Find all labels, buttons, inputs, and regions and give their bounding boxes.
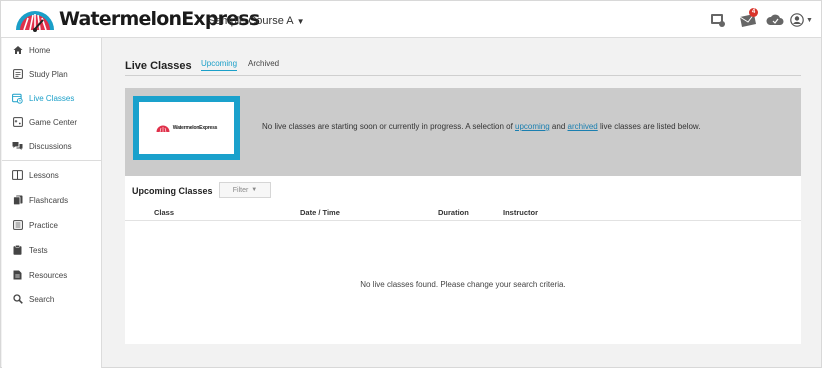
page-title: Live Classes: [125, 60, 192, 72]
empty-state-message: No live classes found. Please change you…: [360, 280, 566, 289]
sidebar-item-label: Search: [29, 294, 55, 304]
course-selector[interactable]: Sample Course A ▼: [208, 15, 305, 27]
sidebar-item-practice[interactable]: Practice: [2, 213, 102, 237]
top-bar: WatermelonExpress Sample Course A ▼ 4 ▼: [1, 1, 821, 38]
filter-label: Filter: [232, 186, 249, 194]
sidebar: Home Study Plan Live Classes Game Center…: [2, 38, 102, 368]
sidebar-item-label: Lessons: [29, 170, 59, 180]
notification-badge: 4: [749, 8, 758, 17]
banner-text-middle: and: [549, 122, 568, 131]
banner-text-end: live classes are listed below.: [597, 122, 701, 131]
sidebar-item-label: Flashcards: [29, 195, 69, 205]
banner-brand-name: WatermelonExpress: [172, 125, 218, 131]
flashcards-icon: [12, 195, 23, 206]
archived-link[interactable]: archived: [568, 122, 598, 131]
user-avatar-icon: [790, 13, 804, 27]
tab-archived[interactable]: Archived: [248, 59, 279, 70]
banner-logo: WatermelonExpress: [133, 96, 240, 160]
home-icon: [12, 45, 23, 56]
banner-text-start: No live classes are starting soon or cur…: [262, 122, 516, 131]
sidebar-item-label: Live Classes: [29, 93, 75, 103]
upcoming-classes-panel: Upcoming Classes Filter ▼ Class Date / T…: [125, 176, 801, 344]
sidebar-item-search[interactable]: Search: [2, 287, 102, 311]
sidebar-item-label: Tests: [29, 245, 48, 255]
tools-icon[interactable]: [710, 11, 726, 29]
column-header-instructor[interactable]: Instructor: [503, 208, 538, 217]
tab-upcoming[interactable]: Upcoming: [201, 59, 238, 71]
sidebar-item-label: Discussions: [29, 141, 72, 151]
column-header-date-time[interactable]: Date / Time: [300, 208, 340, 217]
status-banner: WatermelonExpress No live classes are st…: [125, 88, 801, 176]
user-menu-button[interactable]: ▼: [790, 11, 814, 29]
banner-message: No live classes are starting soon or cur…: [262, 122, 700, 131]
practice-icon: [12, 220, 23, 231]
sidebar-item-label: Resources: [29, 270, 68, 280]
sidebar-item-lessons[interactable]: Lessons: [2, 163, 102, 187]
sidebar-item-label: Study Plan: [29, 69, 68, 79]
mail-notification-button[interactable]: 4: [739, 8, 758, 29]
column-header-duration[interactable]: Duration: [438, 208, 469, 217]
upcoming-classes-title: Upcoming Classes: [132, 186, 213, 196]
study-plan-icon: [12, 69, 23, 80]
course-name: Sample Course A: [208, 15, 294, 27]
sidebar-item-tests[interactable]: Tests: [2, 238, 102, 262]
game-center-icon: [12, 117, 23, 128]
discussions-icon: [12, 141, 23, 152]
chevron-down-icon: ▼: [806, 16, 813, 24]
sidebar-item-resources[interactable]: Resources: [2, 263, 102, 287]
chevron-down-icon: ▼: [251, 187, 258, 193]
sidebar-item-label: Game Center: [29, 117, 78, 127]
chevron-down-icon: ▼: [296, 16, 305, 26]
tabs-row: Live Classes Upcoming Archived: [125, 53, 801, 76]
app-window: WatermelonExpress Sample Course A ▼ 4 ▼ …: [0, 0, 822, 368]
sidebar-item-flashcards[interactable]: Flashcards: [2, 188, 102, 212]
sidebar-item-live-classes[interactable]: Live Classes: [2, 86, 102, 110]
search-icon: [12, 294, 23, 305]
cloud-sync-icon[interactable]: [766, 11, 784, 29]
header-divider: [125, 220, 801, 221]
live-classes-icon: [12, 93, 23, 104]
upcoming-link[interactable]: upcoming: [515, 122, 550, 131]
sidebar-item-study-plan[interactable]: Study Plan: [2, 62, 102, 86]
sidebar-item-discussions[interactable]: Discussions: [2, 134, 102, 158]
lessons-icon: [12, 170, 23, 181]
column-header-class[interactable]: Class: [154, 208, 174, 217]
sidebar-item-home[interactable]: Home: [2, 38, 102, 62]
watermelon-logo-icon[interactable]: [14, 10, 56, 32]
watermelon-logo-icon: [156, 125, 170, 132]
sidebar-item-label: Home: [29, 45, 51, 55]
sidebar-divider: [2, 160, 102, 161]
filter-button[interactable]: Filter ▼: [219, 182, 271, 198]
sidebar-item-label: Practice: [29, 220, 58, 230]
sidebar-item-game-center[interactable]: Game Center: [2, 110, 102, 134]
resources-icon: [12, 270, 23, 281]
tests-icon: [12, 245, 23, 256]
